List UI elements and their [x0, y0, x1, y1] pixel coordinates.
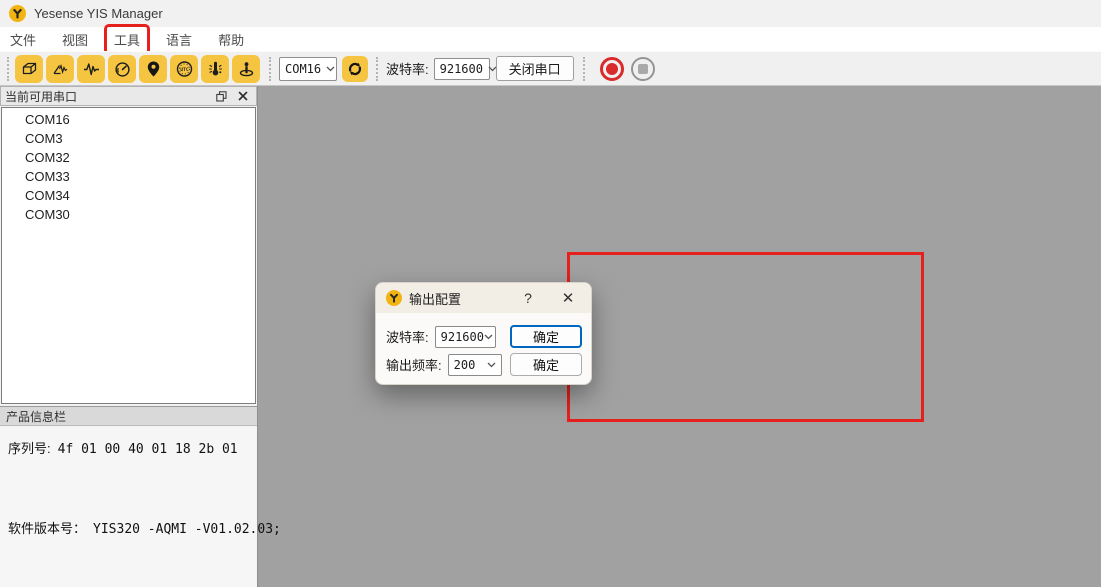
dialog-rate-label: 输出频率:: [386, 355, 442, 374]
serial-number-label: 序列号:: [8, 438, 51, 457]
refresh-ports-button[interactable]: [342, 56, 368, 82]
baud-select-value: 921600: [440, 62, 483, 76]
gauge-icon: [113, 60, 132, 78]
port-list-item[interactable]: COM33: [2, 168, 255, 187]
utc-clock-button[interactable]: UTC: [170, 55, 198, 83]
chevron-down-icon: [487, 362, 496, 368]
waveform-button[interactable]: [77, 55, 105, 83]
close-port-button[interactable]: 关闭串口: [496, 56, 574, 81]
svg-text:UTC: UTC: [180, 66, 189, 72]
product-info-header: 产品信息栏: [0, 406, 257, 426]
record-button[interactable]: [600, 57, 624, 81]
baud-select[interactable]: 921600: [434, 58, 490, 80]
close-panel-icon[interactable]: [234, 88, 252, 104]
port-list-item[interactable]: COM16: [2, 111, 255, 130]
location-pin-icon: [144, 60, 163, 78]
software-version-line: 软件版本号： YIS320 -AQMI -V01.02.03;: [8, 518, 281, 537]
probe-button[interactable]: [232, 55, 260, 83]
baud-rate-label: 波特率:: [386, 59, 429, 78]
dialog-baud-value: 921600: [441, 330, 484, 344]
output-config-dialog: 输出配置 ? ✕ 波特率: 921600 确定 输出频率: 200 确定: [375, 282, 592, 385]
angle-waveform-icon: [51, 60, 70, 78]
waveform-icon: [82, 60, 101, 78]
title-bar: Yesense YIS Manager: [0, 0, 1101, 27]
ports-panel-header: 当前可用串口: [0, 86, 257, 106]
window-title: Yesense YIS Manager: [34, 6, 163, 21]
dialog-rate-value: 200: [454, 358, 476, 372]
gauge-button[interactable]: [108, 55, 136, 83]
app-logo-icon: [9, 5, 26, 22]
baud-rate-row: 波特率: 921600: [386, 325, 496, 348]
toolbar-grip[interactable]: [376, 57, 380, 81]
serial-number-line: 序列号: 4f 01 00 40 01 18 2b 01: [8, 438, 238, 457]
serial-ports-panel: 当前可用串口 COM16 COM3 COM32 COM33 COM34 COM3…: [0, 86, 258, 587]
ports-panel-title: 当前可用串口: [5, 88, 208, 105]
port-list: COM16 COM3 COM32 COM33 COM34 COM30: [1, 107, 256, 404]
probe-icon: [237, 60, 256, 78]
dialog-close-button[interactable]: ✕: [555, 289, 581, 307]
dialog-baud-label: 波特率:: [386, 327, 429, 346]
software-version-value: YIS320 -AQMI -V01.02.03;: [93, 522, 281, 537]
toolbar: UTC COM16 波特率: 921600: [0, 51, 1101, 86]
stop-icon: [638, 64, 648, 74]
float-panel-icon[interactable]: [212, 88, 230, 104]
serial-number-value: 4f 01 00 40 01 18 2b 01: [58, 442, 238, 457]
dialog-help-button[interactable]: ?: [517, 290, 539, 306]
port-select[interactable]: COM16: [279, 57, 337, 81]
chevron-down-icon: [326, 66, 335, 72]
menu-view[interactable]: 视图: [56, 28, 94, 51]
product-info-title: 产品信息栏: [6, 408, 66, 425]
dialog-title-bar: 输出配置 ? ✕: [376, 283, 591, 313]
port-list-item[interactable]: COM34: [2, 187, 255, 206]
port-select-value: COM16: [285, 62, 321, 76]
annotation-rectangle: [567, 252, 924, 422]
port-list-item[interactable]: COM32: [2, 149, 255, 168]
menu-help[interactable]: 帮助: [212, 28, 250, 51]
port-list-item[interactable]: COM30: [2, 206, 255, 225]
cube-3d-button[interactable]: [15, 55, 43, 83]
utc-clock-icon: UTC: [175, 60, 194, 78]
product-info-body: 序列号: 4f 01 00 40 01 18 2b 01 软件版本号： YIS3…: [0, 427, 257, 587]
temperature-button[interactable]: [201, 55, 229, 83]
dialog-title: 输出配置: [409, 289, 517, 308]
chevron-down-icon: [484, 334, 493, 340]
menu-language[interactable]: 语言: [160, 28, 198, 51]
rate-confirm-button[interactable]: 确定: [510, 353, 582, 376]
record-icon: [606, 63, 618, 75]
angle-waveform-button[interactable]: [46, 55, 74, 83]
menu-file[interactable]: 文件: [4, 28, 42, 51]
temperature-icon: [206, 60, 225, 78]
dialog-logo-icon: [386, 290, 402, 306]
dialog-baud-select[interactable]: 921600: [435, 326, 496, 348]
main-area: 当前可用串口 COM16 COM3 COM32 COM33 COM34 COM3…: [0, 86, 1101, 587]
output-rate-row: 输出频率: 200: [386, 353, 502, 376]
toolbar-grip[interactable]: [269, 57, 273, 81]
port-list-item[interactable]: COM3: [2, 130, 255, 149]
cube-3d-icon: [20, 60, 39, 78]
menu-bar: 文件 视图 工具 语言 帮助: [0, 27, 1101, 51]
stop-button[interactable]: [631, 57, 655, 81]
baud-confirm-button[interactable]: 确定: [510, 325, 582, 348]
software-version-label: 软件版本号：: [8, 518, 86, 537]
location-pin-button[interactable]: [139, 55, 167, 83]
toolbar-grip[interactable]: [7, 57, 11, 81]
menu-tools[interactable]: 工具: [108, 28, 146, 51]
refresh-icon: [346, 60, 364, 78]
toolbar-grip[interactable]: [583, 57, 587, 81]
dialog-rate-select[interactable]: 200: [448, 354, 502, 376]
